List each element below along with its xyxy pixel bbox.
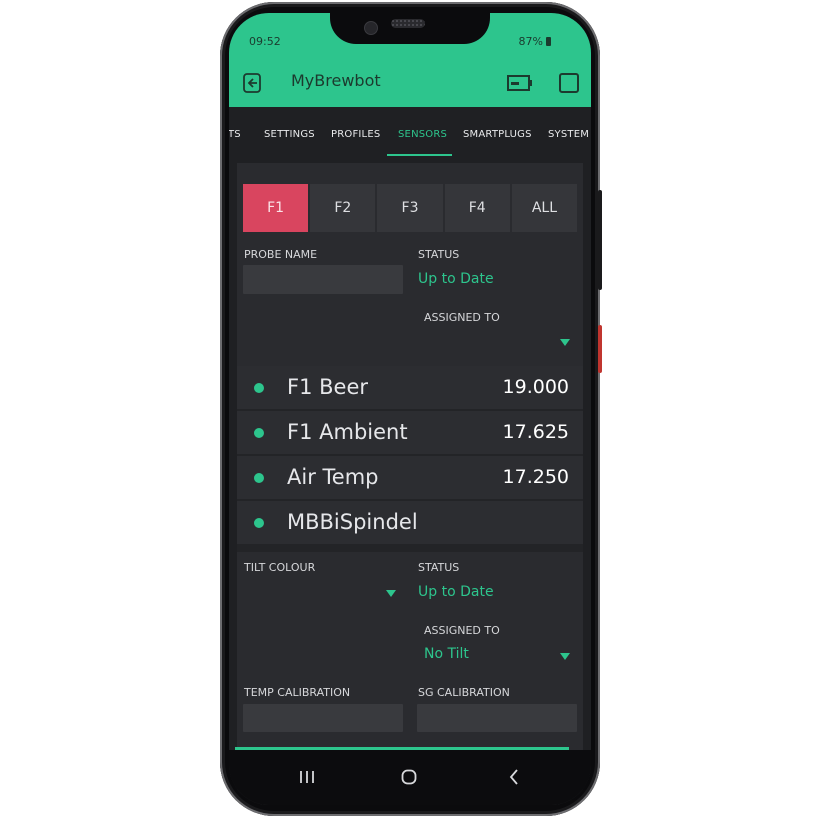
sensor-row[interactable]: Air Temp 17.250 <box>237 456 583 499</box>
tab-partial-left[interactable]: TS <box>229 129 241 140</box>
probe-name-input[interactable] <box>243 265 403 294</box>
fermenter-f3-button[interactable]: F3 <box>377 184 443 232</box>
fermenter-all-button[interactable]: ALL <box>511 184 578 232</box>
tab-profiles[interactable]: PROFILES <box>331 129 380 140</box>
sensors-panel: F1 F2 F3 F4 ALL PROBE NAME STATUS Up to … <box>237 163 583 805</box>
back-icon[interactable] <box>508 769 520 785</box>
sensor-status-dot <box>254 473 264 483</box>
sensor-list: F1 Beer 19.000 F1 Ambient 17.625 Air Tem… <box>237 366 583 552</box>
sensor-row[interactable]: F1 Ambient 17.625 <box>237 411 583 454</box>
temp-calibration-label: TEMP CALIBRATION <box>244 686 351 699</box>
camera-notch <box>330 13 490 44</box>
volume-button <box>598 190 602 290</box>
home-icon[interactable] <box>401 769 417 785</box>
tilt-status-label: STATUS <box>418 561 460 574</box>
app-title: MyBrewbot <box>291 71 381 90</box>
sg-calibration-input[interactable] <box>417 704 577 732</box>
power-button <box>598 325 602 373</box>
fermenter-f2-button[interactable]: F2 <box>310 184 376 232</box>
active-tab-indicator <box>387 154 452 156</box>
tab-sensors[interactable]: SENSORS <box>398 129 447 140</box>
battery-icon[interactable] <box>507 74 533 92</box>
sensor-status-dot <box>254 518 264 528</box>
battery-percent: 87% <box>518 35 543 48</box>
tab-settings[interactable]: SETTINGS <box>264 129 315 140</box>
speaker-grille <box>391 19 425 28</box>
back-box-icon[interactable] <box>241 72 263 94</box>
sensor-status-dot <box>254 428 264 438</box>
sensor-name: MBBiSpindel <box>287 510 418 534</box>
probe-status-value: Up to Date <box>418 271 494 287</box>
sensor-name: Air Temp <box>287 465 379 489</box>
tilt-assigned-to-dropdown-icon[interactable] <box>560 653 570 660</box>
recents-icon[interactable] <box>299 770 315 784</box>
tilt-colour-dropdown-icon[interactable] <box>386 590 396 597</box>
assigned-to-dropdown-icon[interactable] <box>560 339 570 346</box>
sensor-status-dot <box>254 383 264 393</box>
sensor-name: F1 Beer <box>287 375 368 399</box>
sensor-value: 17.625 <box>502 421 569 443</box>
sensor-name: F1 Ambient <box>287 420 408 444</box>
probe-name-label: PROBE NAME <box>244 248 318 261</box>
sensor-row[interactable]: MBBiSpindel <box>237 501 583 544</box>
tab-system[interactable]: SYSTEM S <box>548 129 591 140</box>
app-bar: MyBrewbot <box>229 57 591 107</box>
tilt-status-value: Up to Date <box>418 584 494 600</box>
battery-status-icon <box>546 37 551 46</box>
front-camera-icon <box>364 21 378 35</box>
probe-assigned-to-label: ASSIGNED TO <box>424 311 500 324</box>
fermenter-f4-button[interactable]: F4 <box>444 184 510 232</box>
tilt-assigned-to-value[interactable]: No Tilt <box>424 646 469 662</box>
temp-calibration-input[interactable] <box>243 704 403 732</box>
system-nav-bar <box>229 750 591 805</box>
tilt-assigned-to-label: ASSIGNED TO <box>424 624 500 637</box>
tab-smartplugs[interactable]: SMARTPLUGS <box>463 129 532 140</box>
sensor-value: 19.000 <box>502 376 569 398</box>
sg-calibration-label: SG CALIBRATION <box>418 686 510 699</box>
fermenter-selector: F1 F2 F3 F4 ALL <box>243 184 578 232</box>
tab-bar: TS SETTINGS PROFILES SENSORS SMARTPLUGS … <box>229 107 591 163</box>
square-icon[interactable] <box>558 72 580 94</box>
sensor-row[interactable]: F1 Beer 19.000 <box>237 366 583 409</box>
sensor-value: 17.250 <box>502 466 569 488</box>
fermenter-f1-button[interactable]: F1 <box>243 184 309 232</box>
phone-screen: 09:52 87% MyBrewbot TS SETTINGS PROFILES… <box>229 13 591 805</box>
tilt-colour-label: TILT COLOUR <box>244 561 316 574</box>
probe-status-label: STATUS <box>418 248 460 261</box>
status-time: 09:52 <box>249 35 281 48</box>
